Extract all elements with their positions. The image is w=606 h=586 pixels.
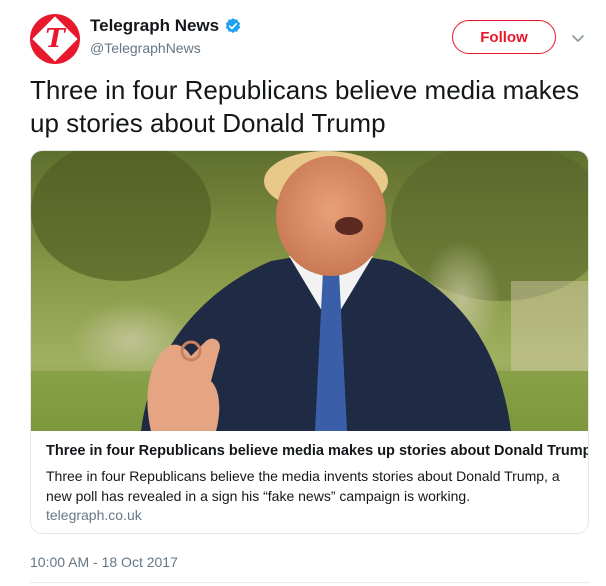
- tweet: T Telegraph News @TelegraphNews Follow T…: [0, 0, 606, 586]
- follow-button[interactable]: Follow: [452, 20, 556, 54]
- card-photo: [31, 151, 588, 431]
- account-handle[interactable]: @TelegraphNews: [90, 40, 201, 56]
- card-domain: telegraph.co.uk: [46, 507, 142, 523]
- divider: [30, 582, 590, 583]
- verified-badge-icon: [225, 18, 241, 33]
- avatar[interactable]: T: [30, 14, 80, 64]
- tweet-text: Three in four Republicans believe media …: [30, 75, 580, 138]
- chevron-down-icon[interactable]: [570, 30, 586, 46]
- logo-letter: T: [45, 24, 65, 54]
- tweet-timestamp[interactable]: 10:00 AM - 18 Oct 2017: [30, 554, 178, 570]
- link-card[interactable]: Three in four Republicans believe media …: [30, 150, 589, 534]
- card-title: Three in four Republicans believe media …: [46, 443, 589, 459]
- card-description: Three in four Republicans believe the me…: [46, 468, 560, 504]
- account-name-row: Telegraph News: [90, 14, 242, 38]
- display-name[interactable]: Telegraph News: [90, 16, 219, 36]
